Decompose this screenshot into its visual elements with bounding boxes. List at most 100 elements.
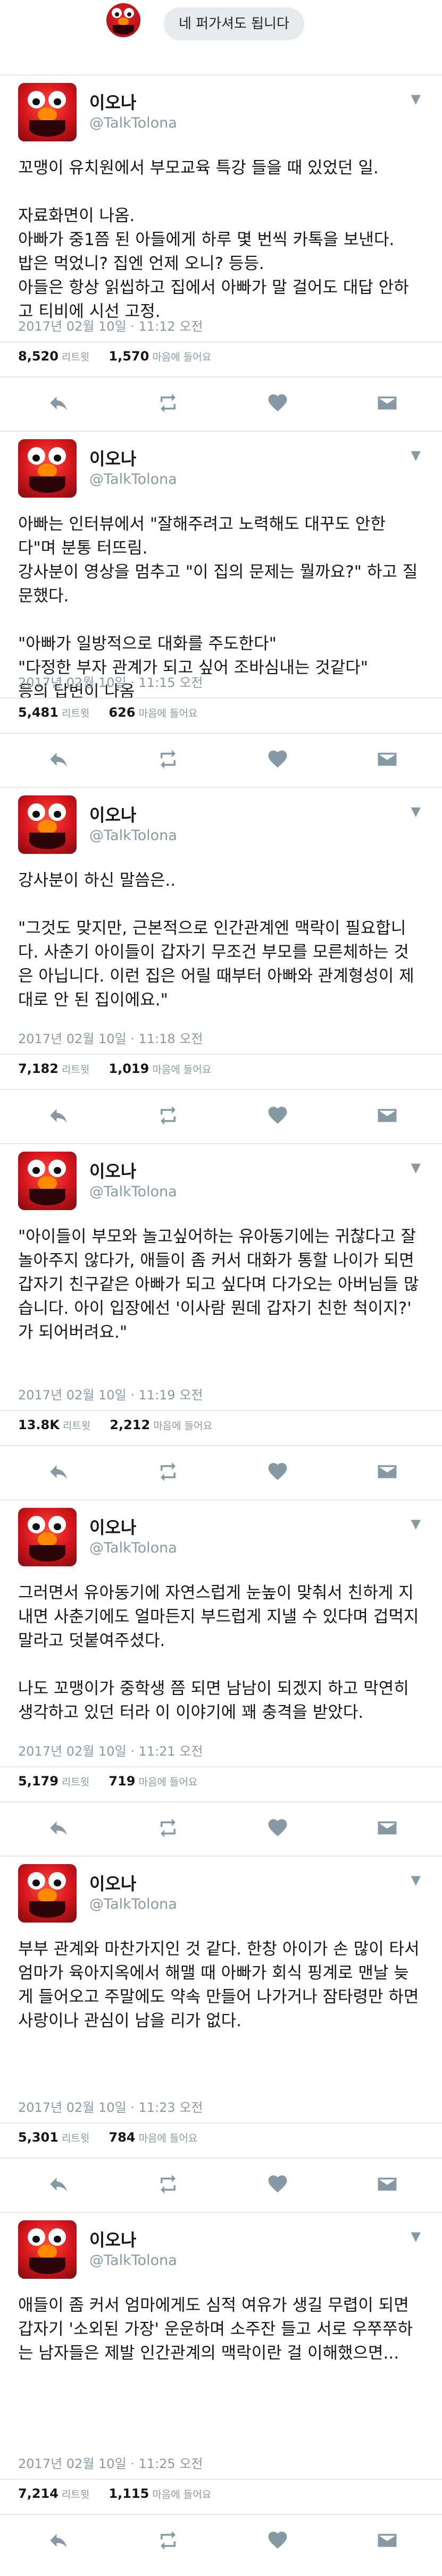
reply-button[interactable] (46, 2172, 71, 2196)
like-count[interactable]: 784 (109, 2130, 135, 2145)
avatar[interactable] (18, 439, 77, 498)
action-bar (0, 386, 442, 420)
retweet-count[interactable]: 5,179 (18, 1774, 59, 1789)
like-button[interactable] (265, 1816, 290, 1840)
top-avatar[interactable] (106, 3, 140, 37)
like-count[interactable]: 1,570 (109, 349, 149, 364)
reply-bubble: 네 퍼가셔도 됩니다 (164, 7, 304, 40)
reply-button[interactable] (46, 1816, 71, 1840)
user-handle[interactable]: @TalkTolona (89, 1896, 177, 1912)
timestamp[interactable]: 2017년 02월 10일 · 11:15 오전 (18, 672, 203, 691)
retweet-count[interactable]: 13.8K (18, 1417, 60, 1432)
envelope-icon (378, 1821, 397, 1835)
like-count[interactable]: 719 (109, 1774, 135, 1789)
user-name[interactable]: 이오나 (89, 802, 136, 826)
reply-icon (50, 1821, 67, 1835)
like-button[interactable] (265, 2172, 290, 2196)
avatar-nose (38, 107, 57, 122)
retweet-button[interactable] (155, 748, 181, 771)
heart-icon (268, 1106, 287, 1124)
like-button[interactable] (265, 391, 290, 415)
like-count[interactable]: 626 (109, 705, 135, 720)
reply-button[interactable] (46, 1460, 71, 1483)
top-bar: 네 퍼가셔도 됩니다 (0, 0, 442, 74)
heart-icon (268, 2531, 287, 2549)
retweet-button[interactable] (155, 391, 181, 415)
like-button[interactable] (265, 1104, 290, 1127)
chevron-down-icon[interactable]: ▼ (411, 2229, 421, 2244)
user-handle[interactable]: @TalkTolona (89, 827, 177, 844)
heart-icon (268, 2175, 287, 2193)
avatar[interactable] (18, 2220, 77, 2279)
dm-button[interactable] (374, 1460, 400, 1483)
like-count[interactable]: 2,212 (110, 1417, 150, 1432)
chevron-down-icon[interactable]: ▼ (411, 448, 421, 463)
user-name[interactable]: 이오나 (89, 1514, 136, 1539)
retweet-count[interactable]: 7,214 (18, 2486, 59, 2501)
chevron-down-icon[interactable]: ▼ (411, 1160, 421, 1175)
retweet-button[interactable] (155, 1816, 181, 1840)
divider (0, 2122, 442, 2124)
like-count[interactable]: 1,115 (109, 2486, 149, 2501)
user-name[interactable]: 이오나 (89, 1870, 136, 1895)
timestamp[interactable]: 2017년 02월 10일 · 11:25 오전 (18, 2453, 203, 2472)
like-count[interactable]: 1,019 (109, 1061, 149, 1076)
reply-icon (50, 1465, 67, 1479)
heart-icon (268, 750, 287, 768)
avatar-eye (48, 447, 66, 465)
reply-button[interactable] (46, 391, 71, 415)
retweet-count[interactable]: 8,520 (18, 349, 59, 364)
divider (0, 698, 442, 699)
avatar[interactable] (18, 1152, 77, 1210)
tweet-text: 꼬맹이 유치원에서 부모교육 특강 들을 때 있었던 일. 자료화면이 나옴. … (18, 158, 409, 321)
dm-button[interactable] (374, 1104, 400, 1127)
timestamp[interactable]: 2017년 02월 10일 · 11:21 오전 (18, 1741, 203, 1759)
dm-button[interactable] (374, 1816, 400, 1840)
avatar[interactable] (18, 83, 77, 141)
like-button[interactable] (265, 2529, 290, 2552)
like-button[interactable] (265, 748, 290, 771)
avatar-eye (112, 7, 122, 19)
avatar-eye (48, 91, 66, 109)
avatar-mouth (113, 24, 134, 35)
timestamp[interactable]: 2017년 02월 10일 · 11:18 오전 (18, 1028, 203, 1047)
retweet-button[interactable] (155, 1460, 181, 1483)
timestamp[interactable]: 2017년 02월 10일 · 11:19 오전 (18, 1385, 203, 1403)
avatar[interactable] (18, 795, 77, 854)
dm-button[interactable] (374, 391, 400, 415)
retweet-icon (161, 750, 176, 769)
chevron-down-icon[interactable]: ▼ (411, 91, 421, 106)
avatar[interactable] (18, 1864, 77, 1923)
reply-button[interactable] (46, 2529, 71, 2552)
retweet-button[interactable] (155, 2529, 181, 2552)
reply-button[interactable] (46, 1104, 71, 1127)
chevron-down-icon[interactable]: ▼ (411, 804, 421, 819)
user-handle[interactable]: @TalkTolona (89, 1184, 177, 1200)
user-handle[interactable]: @TalkTolona (89, 471, 177, 488)
chevron-down-icon[interactable]: ▼ (411, 1873, 421, 1887)
reply-button[interactable] (46, 748, 71, 771)
user-name[interactable]: 이오나 (89, 1158, 136, 1182)
user-name[interactable]: 이오나 (89, 2227, 136, 2251)
dm-button[interactable] (374, 2172, 400, 2196)
retweet-count[interactable]: 7,182 (18, 1061, 59, 1076)
like-button[interactable] (265, 1460, 290, 1483)
timestamp[interactable]: 2017년 02월 10일 · 11:12 오전 (18, 316, 203, 334)
dm-button[interactable] (374, 2529, 400, 2552)
user-name[interactable]: 이오나 (89, 446, 136, 470)
action-bar (0, 1098, 442, 1132)
dm-button[interactable] (374, 748, 400, 771)
avatar-eye (48, 803, 66, 821)
divider (0, 733, 442, 734)
timestamp[interactable]: 2017년 02월 10일 · 11:23 오전 (18, 2097, 203, 2116)
user-handle[interactable]: @TalkTolona (89, 115, 177, 131)
avatar[interactable] (18, 1508, 77, 1566)
retweet-button[interactable] (155, 1104, 181, 1127)
retweet-count[interactable]: 5,481 (18, 705, 59, 720)
user-name[interactable]: 이오나 (89, 89, 136, 114)
user-handle[interactable]: @TalkTolona (89, 2252, 177, 2269)
chevron-down-icon[interactable]: ▼ (411, 1516, 421, 1531)
retweet-count[interactable]: 5,301 (18, 2130, 59, 2145)
retweet-button[interactable] (155, 2172, 181, 2196)
user-handle[interactable]: @TalkTolona (89, 1540, 177, 1556)
